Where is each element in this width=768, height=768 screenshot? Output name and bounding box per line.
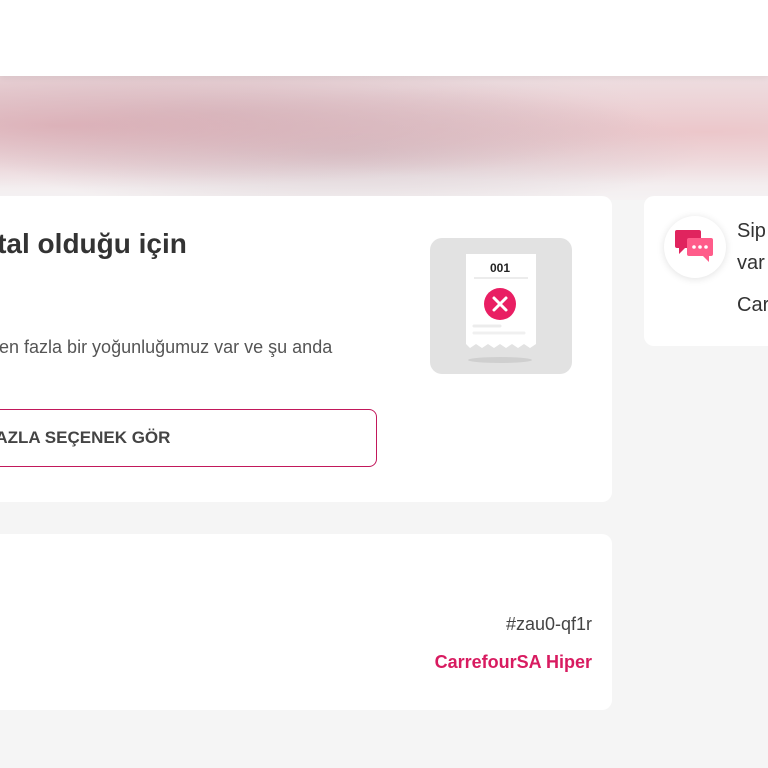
more-options-label: AHA FAZLA SEÇENEK GÖR bbox=[0, 428, 171, 447]
top-header bbox=[0, 0, 768, 76]
support-line-1: Sip bbox=[737, 220, 766, 242]
store-name-link[interactable]: CarrefourSA Hiper bbox=[435, 652, 592, 673]
close-circle-icon bbox=[484, 288, 516, 320]
cancel-description: zden fazla bir yoğunluğumuz var ve şu an… bbox=[0, 332, 380, 392]
cancel-description-line-1: zden fazla bir yoğunluğumuz var ve şu an… bbox=[0, 337, 333, 357]
receipt-number: 001 bbox=[490, 261, 510, 275]
support-line-2: var bbox=[737, 252, 765, 274]
order-status-page: ptal olduğu için zden fazla bir yoğunluğ… bbox=[0, 0, 768, 768]
order-info-card: #zau0-qf1r CarrefourSA Hiper bbox=[0, 534, 612, 710]
order-code: #zau0-qf1r bbox=[505, 614, 592, 634]
support-line-3: Car bbox=[737, 294, 768, 316]
cancel-title: ptal olduğu için bbox=[0, 228, 187, 259]
support-card[interactable]: Sip var Car bbox=[644, 196, 768, 346]
chat-bubbles-icon bbox=[664, 216, 726, 278]
more-options-button[interactable]: AHA FAZLA SEÇENEK GÖR bbox=[0, 409, 377, 467]
order-cancelled-card: ptal olduğu için zden fazla bir yoğunluğ… bbox=[0, 196, 612, 502]
hero-banner bbox=[0, 76, 768, 200]
receipt-cancelled-icon: 001 bbox=[428, 238, 574, 380]
cancel-description-line-2: z. bbox=[0, 362, 380, 392]
